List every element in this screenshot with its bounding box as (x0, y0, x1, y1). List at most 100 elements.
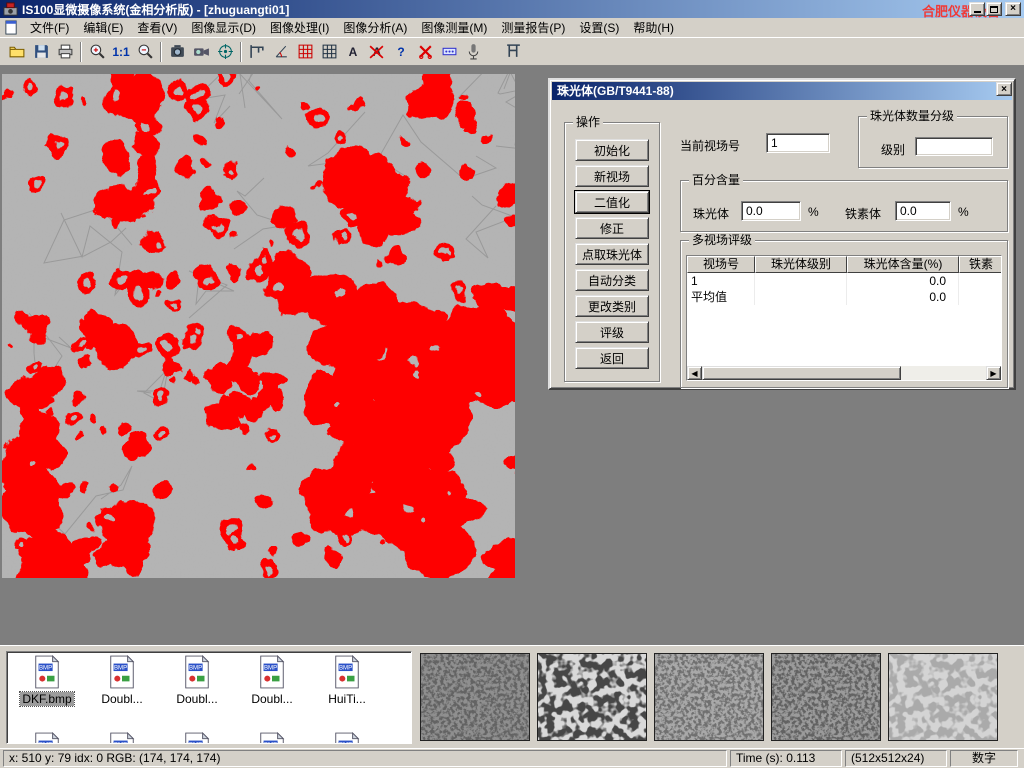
level-label: 级别 (881, 141, 905, 158)
table-row[interactable]: 1 0.0 (687, 273, 1001, 289)
pearlite-percent-unit: % (808, 205, 819, 219)
menu-view[interactable]: 查看(V) (130, 17, 184, 38)
scrollbar-thumb[interactable] (702, 366, 901, 380)
thumbnail-3[interactable] (654, 653, 764, 741)
table-row[interactable]: 平均值 0.0 (687, 289, 1001, 305)
bmp-file-icon (107, 732, 137, 744)
file-item[interactable] (161, 732, 233, 744)
horizontal-scrollbar[interactable]: ◀ ▶ (687, 366, 1001, 380)
file-name: DKF.bmp (20, 692, 73, 706)
dialog-titlebar[interactable]: 珠光体(GB/T9441-88) (552, 82, 1012, 100)
actual-size-icon[interactable]: 1:1 (109, 40, 133, 63)
close-icon: × (1010, 3, 1016, 15)
thumbnail-2[interactable] (537, 653, 647, 741)
binarize-button[interactable]: 二值化 (575, 191, 649, 213)
file-item[interactable]: Doubl... (236, 655, 308, 709)
menu-measure-report[interactable]: 测量报告(P) (494, 17, 572, 38)
file-browser: DKF.bmp Doubl... Doubl... Doubl... HuiTi… (6, 651, 412, 744)
save-icon[interactable] (29, 40, 53, 63)
column-header-content[interactable]: 珠光体含量(%) (847, 256, 959, 273)
metallograph-image[interactable] (2, 74, 515, 578)
column-header-ferrite[interactable]: 铁素 (959, 256, 1002, 273)
text-annotate-off-icon[interactable]: A (365, 40, 389, 63)
bmp-file-icon (332, 655, 362, 689)
bmp-file-icon (257, 655, 287, 689)
status-time: Time (s): 0.113 (730, 750, 842, 767)
delete-measure-icon[interactable] (413, 40, 437, 63)
scroll-right-button[interactable]: ▶ (986, 366, 1001, 380)
pearlite-input[interactable] (741, 201, 801, 221)
menu-settings[interactable]: 设置(S) (572, 17, 626, 38)
file-item[interactable]: Doubl... (161, 655, 233, 709)
window-title: IS100显微摄像系统(金相分析版) - [zhuguangti01] (22, 1, 289, 18)
file-item[interactable]: HuiTi... (311, 655, 383, 709)
file-item[interactable]: Doubl... (86, 655, 158, 709)
file-item[interactable] (11, 732, 83, 744)
text-annotate-icon[interactable]: A (341, 40, 365, 63)
menu-image-display[interactable]: 图像显示(D) (184, 17, 263, 38)
rate-button[interactable]: 评级 (575, 321, 649, 343)
menu-image-process[interactable]: 图像处理(I) (263, 17, 336, 38)
dialog-close-button[interactable]: × (996, 82, 1012, 96)
file-item[interactable] (311, 732, 383, 744)
target-icon[interactable] (213, 40, 237, 63)
auto-classify-button[interactable]: 自动分类 (575, 269, 649, 291)
cell-content: 0.0 (847, 273, 959, 289)
ferrite-input[interactable] (895, 201, 951, 221)
minimize-button[interactable] (969, 2, 985, 16)
new-field-button[interactable]: 新视场 (575, 165, 649, 187)
menu-image-measure[interactable]: 图像测量(M) (414, 17, 494, 38)
zoom-in-icon[interactable] (85, 40, 109, 63)
correct-button[interactable]: 修正 (575, 217, 649, 239)
thumbnail-1[interactable] (420, 653, 530, 741)
ferrite-label: 铁素体 (845, 205, 881, 222)
column-header-field[interactable]: 视场号 (687, 256, 755, 273)
titlebar: IS100显微摄像系统(金相分析版) - [zhuguangti01] (0, 0, 1024, 18)
menu-help[interactable]: 帮助(H) (626, 17, 681, 38)
camera-icon[interactable] (165, 40, 189, 63)
level-input[interactable] (915, 137, 993, 156)
print-icon[interactable] (53, 40, 77, 63)
angle-measure-icon[interactable] (269, 40, 293, 63)
grid-calibrate-icon[interactable] (293, 40, 317, 63)
mdi-document-icon[interactable] (4, 20, 19, 35)
file-name: Doubl... (174, 692, 219, 706)
column-header-level[interactable]: 珠光体级别 (755, 256, 847, 273)
close-button[interactable]: × (1005, 2, 1021, 16)
menubar: 文件(F) 编辑(E) 查看(V) 图像显示(D) 图像处理(I) 图像分析(A… (0, 18, 1024, 38)
caliper-icon[interactable] (245, 40, 269, 63)
stage-caliper-icon[interactable] (501, 40, 525, 63)
initialize-button[interactable]: 初始化 (575, 139, 649, 161)
menu-edit[interactable]: 编辑(E) (76, 17, 130, 38)
maximize-button[interactable] (986, 2, 1002, 16)
ferrite-percent-unit: % (958, 205, 969, 219)
maximize-icon (990, 6, 998, 13)
scroll-left-button[interactable]: ◀ (687, 366, 702, 380)
file-item[interactable] (86, 732, 158, 744)
operation-group: 操作 初始化 新视场 二值化 修正 点取珠光体 自动分类 更改类别 评级 返回 (564, 122, 660, 382)
current-field-input[interactable] (766, 133, 830, 153)
menu-image-analysis[interactable]: 图像分析(A) (336, 17, 414, 38)
help-icon[interactable]: ? (389, 40, 413, 63)
scrollbar-track[interactable] (702, 366, 986, 380)
zoom-out-icon[interactable] (133, 40, 157, 63)
grid-icon[interactable] (317, 40, 341, 63)
bmp-file-icon (182, 732, 212, 744)
file-item[interactable]: DKF.bmp (11, 655, 83, 709)
thumbnail-5[interactable] (888, 653, 998, 741)
dialog-close-icon: × (1001, 84, 1007, 95)
thumbnail-4[interactable] (771, 653, 881, 741)
video-capture-icon[interactable] (189, 40, 213, 63)
app-icon (3, 2, 18, 17)
pick-pearlite-button[interactable]: 点取珠光体 (575, 243, 649, 265)
return-button[interactable]: 返回 (575, 347, 649, 369)
grading-group-label: 珠光体数量分级 (867, 109, 957, 123)
open-file-icon[interactable] (5, 40, 29, 63)
mic-icon[interactable] (461, 40, 485, 63)
change-class-button[interactable]: 更改类别 (575, 295, 649, 317)
file-item[interactable] (236, 732, 308, 744)
menu-file[interactable]: 文件(F) (23, 17, 76, 38)
toolbar-separator (80, 42, 82, 62)
file-name: Doubl... (99, 692, 144, 706)
measure-points-icon[interactable] (437, 40, 461, 63)
